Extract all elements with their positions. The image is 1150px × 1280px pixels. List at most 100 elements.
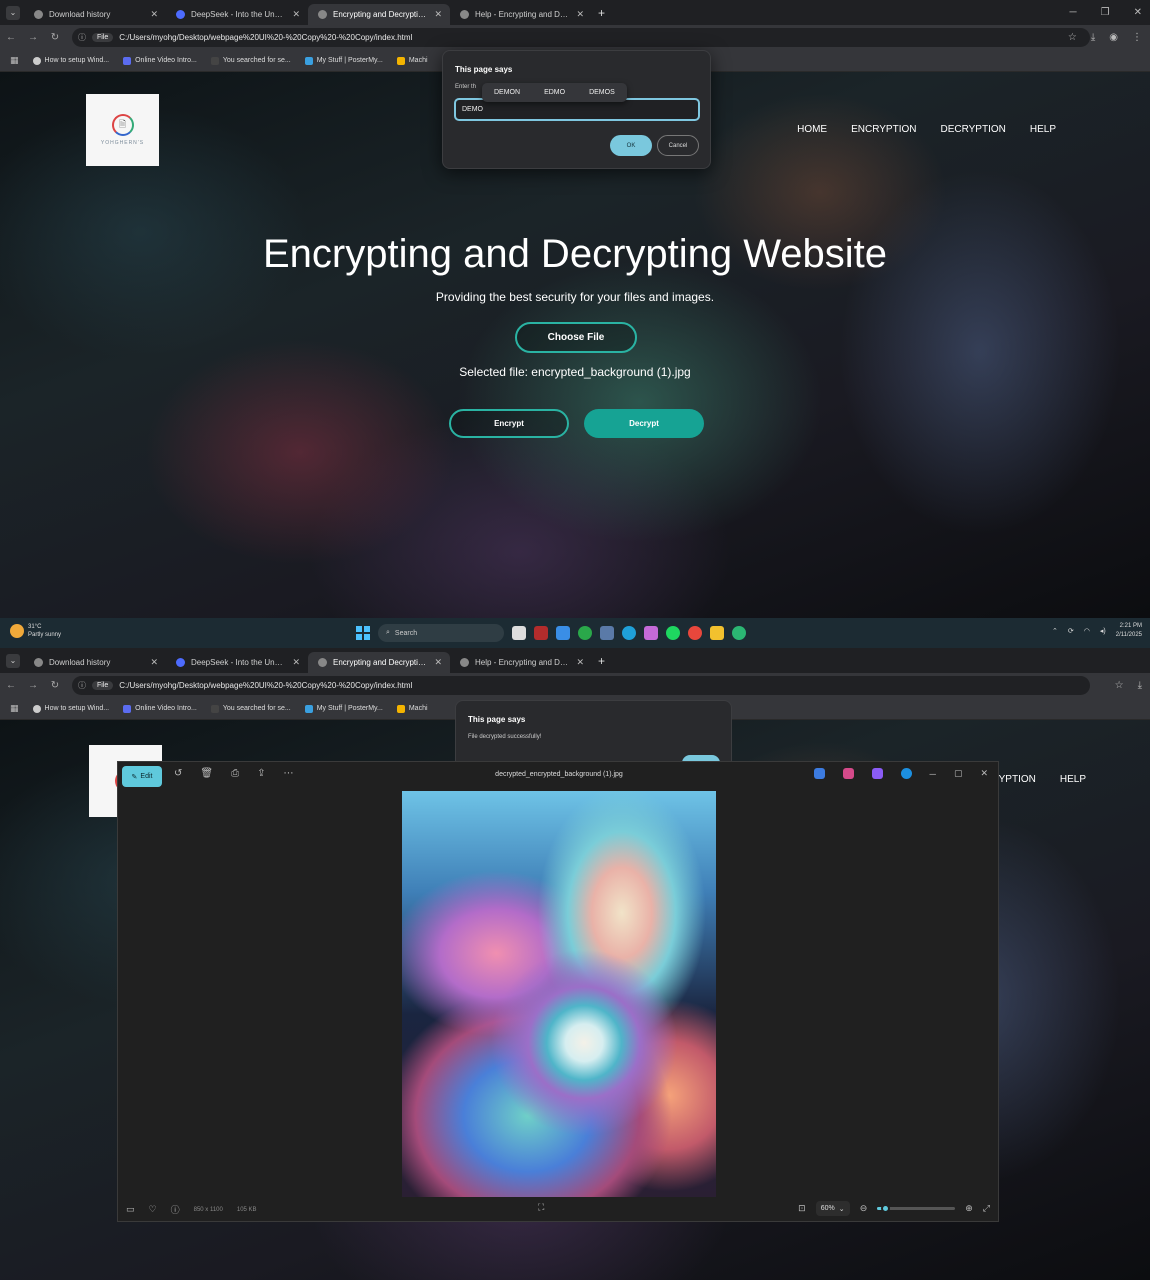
suggestion-item[interactable]: DEMON [494, 89, 520, 96]
close-window-icon[interactable]: ✕ [980, 768, 988, 779]
spotify-icon[interactable] [666, 626, 680, 640]
close-icon[interactable]: ✕ [434, 9, 442, 20]
clock[interactable]: 2:21 PM 2/11/2025 [1116, 622, 1142, 640]
url-text[interactable]: C:/Users/myohg/Desktop/webpage%20UI%20-%… [119, 33, 412, 42]
tab-help[interactable]: Help - Encrypting and Decrypti ✕ [450, 4, 592, 25]
zoom-in-icon[interactable]: ⊕ [965, 1203, 973, 1214]
wifi-icon[interactable]: ◠ [1084, 627, 1090, 635]
forward-icon[interactable]: → [22, 680, 44, 691]
new-tab-icon[interactable]: + [598, 6, 605, 20]
whatsapp-icon[interactable] [732, 626, 746, 640]
xbox-icon[interactable] [578, 626, 592, 640]
tab-search-icon[interactable]: ⌄ [6, 5, 20, 20]
star-icon[interactable]: ☆ [1068, 32, 1077, 43]
zoom-slider-thumb[interactable] [881, 1204, 891, 1213]
bookmark-item[interactable]: Online Video Intro... [123, 56, 197, 65]
heart-icon[interactable]: ♡ [149, 1204, 157, 1215]
chrome-icon[interactable] [688, 626, 702, 640]
zoom-level-dropdown[interactable]: 60% ⌄ [815, 1201, 850, 1216]
new-tab-icon[interactable]: + [598, 654, 605, 668]
site-logo[interactable]: 🗎 YOHGHERN'S [86, 94, 159, 166]
decrypt-button[interactable]: Decrypt [584, 409, 704, 438]
close-icon[interactable]: ✕ [576, 657, 584, 668]
zoom-out-icon[interactable]: ⊖ [860, 1203, 868, 1214]
profile-icon[interactable]: ◉ [1109, 32, 1118, 43]
file-chip[interactable]: File [92, 681, 114, 690]
close-icon[interactable]: ✕ [292, 657, 300, 668]
tab-download-history[interactable]: Download history ✕ [24, 4, 166, 25]
designer-icon[interactable] [813, 768, 825, 779]
info-icon[interactable]: ⓘ [78, 680, 86, 691]
nav-help[interactable]: HELP [1030, 124, 1056, 135]
bookmark-item[interactable]: Machi [396, 704, 428, 713]
app-icon[interactable] [871, 768, 883, 779]
apps-icon[interactable]: ▦ [10, 55, 19, 66]
tab-deepseek[interactable]: DeepSeek - Into the Unknown ✕ [166, 652, 308, 673]
bookmark-item[interactable]: Online Video Intro... [123, 704, 197, 713]
close-icon[interactable]: ✕ [150, 657, 158, 668]
tab-encrypting-site[interactable]: Encrypting and Decrypting Wel ✕ [308, 4, 450, 25]
zoom-slider[interactable] [877, 1204, 956, 1213]
bookmark-item[interactable]: How to setup Wind... [32, 704, 109, 713]
downloads-icon[interactable]: ⤓ [1091, 32, 1095, 43]
ok-button[interactable]: OK [610, 135, 652, 156]
fit-to-window-icon[interactable]: ⛶ [538, 1202, 544, 1213]
star-icon[interactable]: ☆ [1115, 680, 1124, 691]
reload-icon[interactable]: ↻ [44, 680, 66, 691]
close-icon[interactable]: ✕ [576, 9, 584, 20]
tab-search-icon[interactable]: ⌄ [6, 653, 20, 668]
app-icon[interactable] [600, 626, 614, 640]
bookmark-item[interactable]: My Stuff | PosterMy... [304, 704, 383, 713]
downloads-icon[interactable]: ⤓ [1138, 680, 1142, 691]
bookmark-item[interactable]: You searched for se... [210, 704, 291, 713]
actual-size-icon[interactable]: ⊡ [798, 1203, 806, 1214]
volume-icon[interactable]: ◂) [1100, 627, 1106, 635]
suggestion-item[interactable]: DEMOS [589, 89, 615, 96]
copilot-icon[interactable] [644, 626, 658, 640]
chevron-up-icon[interactable]: ⌃ [1052, 627, 1058, 635]
apps-icon[interactable]: ▦ [10, 703, 19, 714]
close-icon[interactable]: ✕ [292, 9, 300, 20]
edge-icon[interactable] [622, 626, 636, 640]
nav-encryption[interactable]: ENCRYPTION [851, 124, 916, 135]
onedrive-icon[interactable] [900, 768, 912, 779]
back-icon[interactable]: ← [0, 32, 22, 43]
encrypt-button[interactable]: Encrypt [449, 409, 569, 438]
file-chip[interactable]: File [92, 33, 114, 42]
tab-deepseek[interactable]: DeepSeek - Into the Unknown ✕ [166, 4, 308, 25]
clipchamp-icon[interactable] [842, 768, 854, 779]
store-icon[interactable] [556, 626, 570, 640]
weather-widget[interactable]: 31°C Partly sunny [10, 623, 61, 639]
info-icon[interactable]: ⓘ [171, 1203, 180, 1216]
bookmark-item[interactable]: Machi [396, 56, 428, 65]
omnibox[interactable]: ⓘ File C:/Users/myohg/Desktop/webpage%20… [72, 28, 1090, 47]
nav-home[interactable]: HOME [797, 124, 827, 135]
close-icon[interactable]: ✕ [434, 657, 442, 668]
bookmark-item[interactable]: My Stuff | PosterMy... [304, 56, 383, 65]
minimize-icon[interactable]: ─ [1070, 7, 1077, 18]
url-text[interactable]: C:/Users/myohg/Desktop/webpage%20UI%20-%… [119, 681, 412, 690]
menu-icon[interactable]: ⋮ [1132, 32, 1142, 43]
close-window-icon[interactable]: ✕ [1134, 7, 1142, 18]
close-icon[interactable]: ✕ [150, 9, 158, 20]
tab-download-history[interactable]: Download history ✕ [24, 652, 166, 673]
taskbar-search[interactable]: ⌕ Search [378, 624, 504, 642]
tab-encrypting-site[interactable]: Encrypting and Decrypting Wel ✕ [308, 652, 450, 673]
suggestion-item[interactable]: EDMO [544, 89, 565, 96]
bookmark-item[interactable]: How to setup Wind... [32, 56, 109, 65]
minimize-icon[interactable]: ─ [930, 769, 936, 779]
nav-help[interactable]: HELP [1060, 774, 1086, 785]
bookmark-item[interactable]: You searched for se... [210, 56, 291, 65]
reload-icon[interactable]: ↻ [44, 32, 66, 43]
file-explorer-icon[interactable] [710, 626, 724, 640]
maximize-icon[interactable]: ▢ [954, 768, 963, 779]
cancel-button[interactable]: Cancel [657, 135, 699, 156]
app-icon[interactable] [534, 626, 548, 640]
choose-file-button[interactable]: Choose File [515, 322, 637, 353]
windows-start-icon[interactable] [356, 626, 370, 640]
restore-icon[interactable]: ❐ [1101, 7, 1110, 18]
nav-decryption[interactable]: YPTION [999, 774, 1036, 785]
task-view-icon[interactable] [512, 626, 526, 640]
fullscreen-icon[interactable]: ⤢ [983, 1203, 990, 1214]
sync-icon[interactable]: ⟳ [1068, 627, 1074, 635]
